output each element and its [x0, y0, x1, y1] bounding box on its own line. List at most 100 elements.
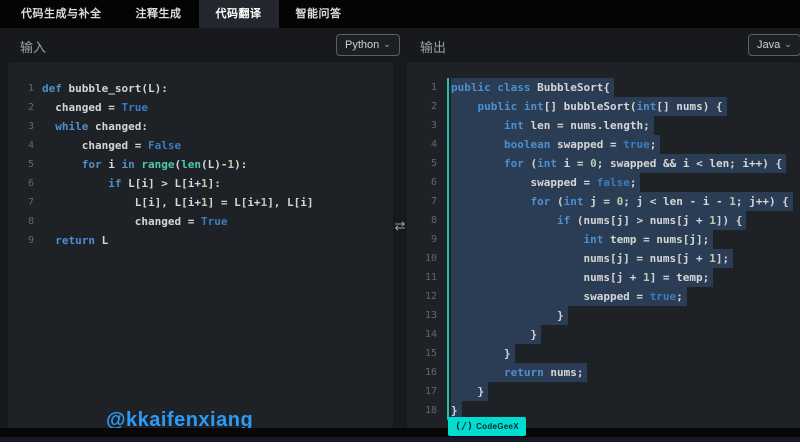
code-text: nums[j] = nums[j + 1]; [451, 249, 733, 268]
line-number: 7 [8, 193, 34, 212]
line-number: 9 [8, 231, 34, 250]
code-line: 12 swapped = true; [407, 287, 800, 306]
code-line: 4 boolean swapped = true; [407, 135, 800, 154]
code-text: swapped = true; [451, 287, 687, 306]
code-line: 7 L[i], L[i+1] = L[i+1], L[i] [8, 193, 393, 212]
output-language-dropdown[interactable]: Java ⌄ [748, 34, 800, 56]
code-text: if L[i] > L[i+1]: [42, 174, 221, 193]
code-text: L[i], L[i+1] = L[i+1], L[i] [42, 193, 314, 212]
code-line: 13 } [407, 306, 800, 325]
output-panel-label: 输出 [420, 37, 446, 56]
code-text: int temp = nums[j]; [451, 230, 713, 249]
code-text: boolean swapped = true; [451, 135, 660, 154]
code-line: 9 return L [8, 231, 393, 250]
tab-bar: 代码生成与补全注释生成代码翻译智能问答 [0, 0, 800, 28]
line-number: 17 [407, 382, 437, 401]
code-line: 8 changed = True [8, 212, 393, 231]
code-line: 10 nums[j] = nums[j + 1]; [407, 249, 800, 268]
line-number: 11 [407, 268, 437, 287]
code-line: 9 int temp = nums[j]; [407, 230, 800, 249]
output-code-panel: 1public class BubbleSort{2 public int[] … [407, 62, 800, 430]
code-text: for i in range(len(L)-1): [42, 155, 247, 174]
code-line: 5 for i in range(len(L)-1): [8, 155, 393, 174]
code-text: return nums; [451, 363, 587, 382]
code-text: return L [42, 231, 108, 250]
line-number: 2 [8, 98, 34, 117]
line-number: 12 [407, 287, 437, 306]
code-line: 17 } [407, 382, 800, 401]
codegeex-logo-icon: (/) [455, 421, 473, 432]
code-text: } [451, 382, 488, 401]
line-number: 5 [407, 154, 437, 173]
line-number: 14 [407, 325, 437, 344]
codegeex-badge: (/) CodeGeeX [448, 417, 526, 436]
code-line: 14 } [407, 325, 800, 344]
line-number: 4 [8, 136, 34, 155]
line-number: 8 [8, 212, 34, 231]
tab-代码生成与补全[interactable]: 代码生成与补全 [4, 0, 119, 28]
input-language-dropdown[interactable]: Python ⌄ [336, 34, 400, 56]
code-line: 16 return nums; [407, 363, 800, 382]
code-text: } [451, 344, 515, 363]
code-text: changed = False [42, 136, 181, 155]
line-number: 18 [407, 401, 437, 420]
code-line: 1def bubble_sort(L): [8, 79, 393, 98]
code-text: changed = True [42, 212, 227, 231]
line-number: 9 [407, 230, 437, 249]
line-number: 16 [407, 363, 437, 382]
line-number: 15 [407, 344, 437, 363]
tab-代码翻译[interactable]: 代码翻译 [199, 0, 279, 28]
output-language-value: Java [757, 39, 780, 51]
code-line: 15 } [407, 344, 800, 363]
code-text: public int[] bubbleSort(int[] nums) { [451, 97, 727, 116]
app-window: 代码生成与补全注释生成代码翻译智能问答 输入 Python ⌄ 输出 Java … [0, 0, 800, 442]
header-row: 输入 Python ⌄ 输出 Java ⌄ [0, 28, 800, 62]
code-text: } [451, 325, 541, 344]
code-line: 4 changed = False [8, 136, 393, 155]
code-line: 1 public class BubbleSort{ [407, 78, 800, 97]
code-text: for (int j = 0; j < len - i - 1; j++) { [451, 192, 793, 211]
footer-bottom-bar [0, 437, 800, 442]
code-line: 5 for (int i = 0; swapped && i < len; i+… [407, 154, 800, 173]
line-number: 6 [8, 174, 34, 193]
chevron-down-icon: ⌄ [784, 40, 792, 49]
code-line: 3 int len = nums.length; [407, 116, 800, 135]
code-text: def bubble_sort(L): [42, 79, 168, 98]
input-code-editor[interactable]: 1def bubble_sort(L):2 changed = True3 wh… [8, 62, 393, 250]
code-line: 11 nums[j + 1] = temp; [407, 268, 800, 287]
line-number: 8 [407, 211, 437, 230]
code-line: 8 if (nums[j] > nums[j + 1]) { [407, 211, 800, 230]
input-language-value: Python [345, 39, 379, 51]
code-text: public class BubbleSort{ [451, 78, 614, 97]
line-number: 5 [8, 155, 34, 174]
tab-注释生成[interactable]: 注释生成 [119, 0, 199, 28]
code-text: swapped = false; [451, 173, 640, 192]
code-text: int len = nums.length; [451, 116, 654, 135]
chevron-down-icon: ⌄ [383, 40, 391, 49]
line-number: 6 [407, 173, 437, 192]
line-number: 2 [407, 97, 437, 116]
footer-strip [0, 428, 800, 437]
line-number: 4 [407, 135, 437, 154]
code-line: 2 public int[] bubbleSort(int[] nums) { [407, 97, 800, 116]
tab-智能问答[interactable]: 智能问答 [279, 0, 359, 28]
code-text: for (int i = 0; swapped && i < len; i++)… [451, 154, 786, 173]
input-code-panel: 1def bubble_sort(L):2 changed = True3 wh… [8, 62, 393, 428]
code-text: changed = True [42, 98, 148, 117]
input-panel-label: 输入 [20, 37, 46, 56]
codegeex-badge-label: CodeGeeX [476, 422, 519, 431]
code-line: 7 for (int j = 0; j < len - i - 1; j++) … [407, 192, 800, 211]
line-number: 13 [407, 306, 437, 325]
code-text: while changed: [42, 117, 148, 136]
line-number: 3 [8, 117, 34, 136]
line-number: 10 [407, 249, 437, 268]
code-text: } [451, 306, 568, 325]
code-line: 6 if L[i] > L[i+1]: [8, 174, 393, 193]
code-text: nums[j + 1] = temp; [451, 268, 713, 287]
code-line: 2 changed = True [8, 98, 393, 117]
line-number: 7 [407, 192, 437, 211]
output-code-viewer[interactable]: 1public class BubbleSort{2 public int[] … [407, 62, 800, 420]
code-line: 3 while changed: [8, 117, 393, 136]
code-line: 6 swapped = false; [407, 173, 800, 192]
line-number: 1 [407, 78, 437, 97]
